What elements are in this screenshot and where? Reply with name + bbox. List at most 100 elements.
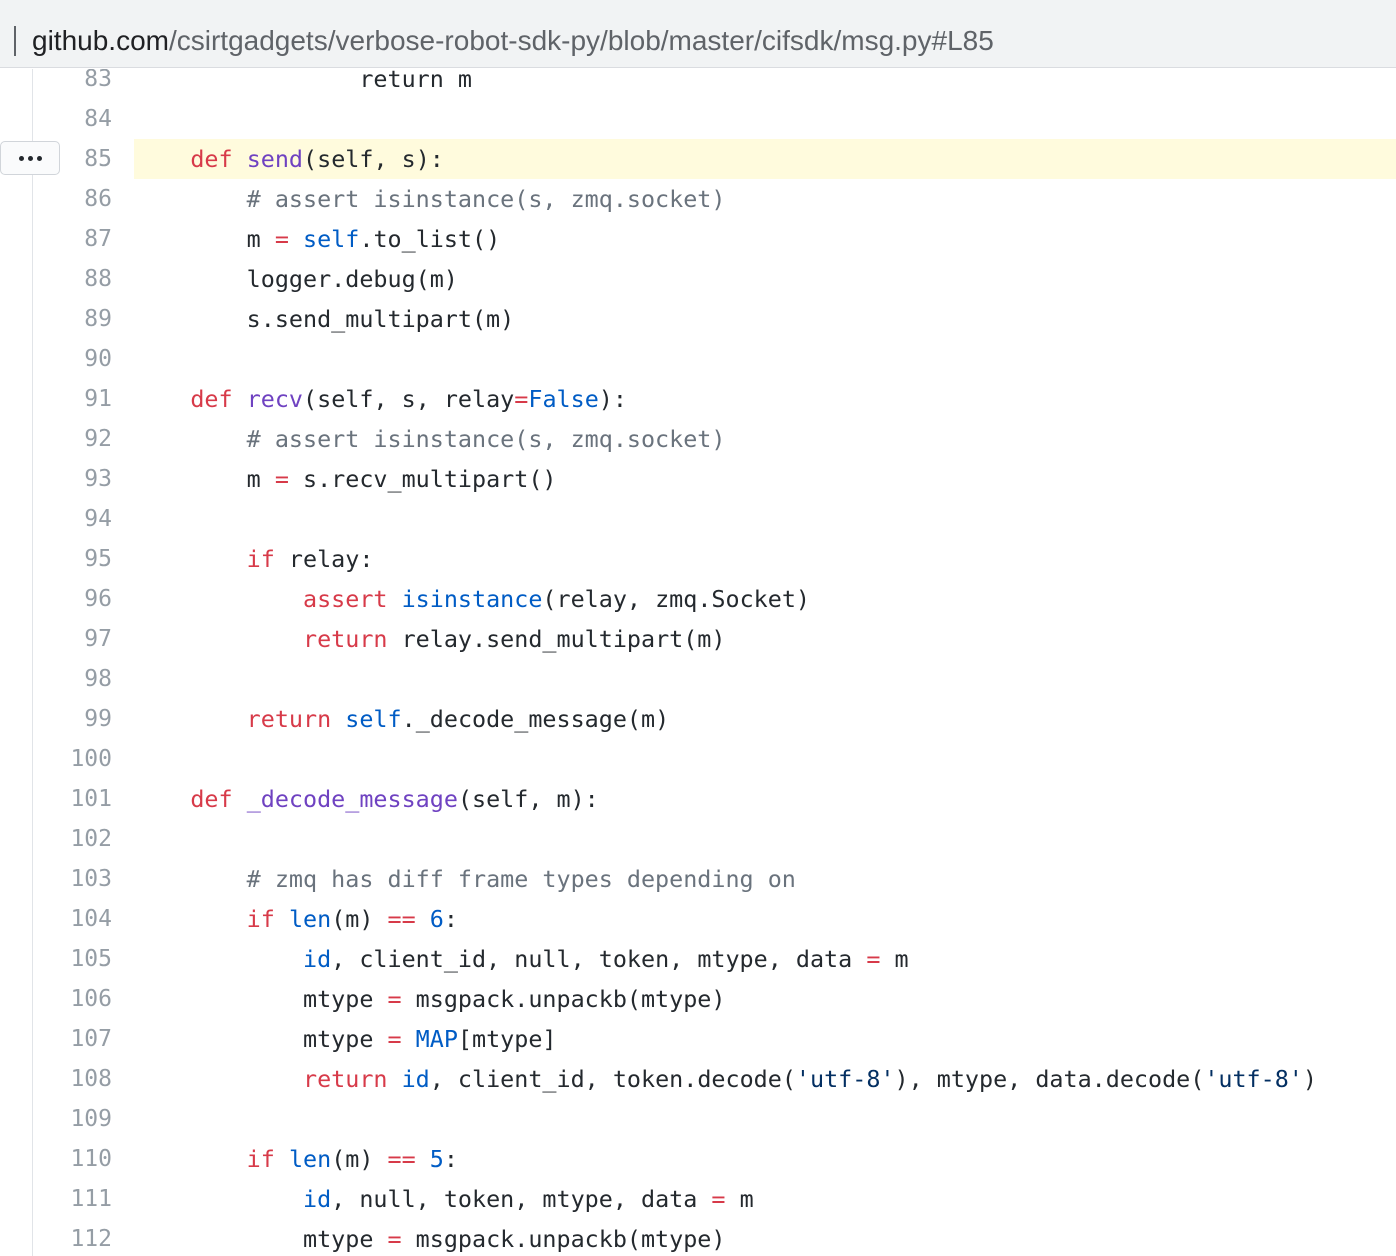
code-line: 107 mtype = MAP[mtype] [0, 1019, 1396, 1059]
line-number[interactable]: 98 [34, 659, 112, 699]
code-token: s.recv_multipart() [288, 465, 557, 493]
code-token: # assert isinstance(s, zmq.socket) [246, 185, 726, 213]
code-text: mtype = msgpack.unpackb(mtype) [134, 979, 1396, 1019]
code-token: relay: [274, 545, 374, 573]
code-token: = [387, 985, 402, 1013]
code-token: m [725, 1185, 754, 1213]
line-number[interactable]: 87 [34, 219, 112, 259]
code-line: 92 # assert isinstance(s, zmq.socket) [0, 419, 1396, 459]
line-number[interactable]: 112 [34, 1219, 112, 1256]
code-line: 83 return m [0, 69, 1396, 99]
code-text: s.send_multipart(m) [134, 299, 1396, 339]
code-line: 101 def _decode_message(self, m): [0, 779, 1396, 819]
code-line: 103 # zmq has diff frame types depending… [0, 859, 1396, 899]
code-line: 90 [0, 339, 1396, 379]
line-number[interactable]: 86 [34, 179, 112, 219]
code-lines: 83 return m 84 85 def send(self, s): 86 # a… [0, 69, 1396, 1256]
code-token: m [880, 945, 909, 973]
line-number[interactable]: 89 [34, 299, 112, 339]
line-number[interactable]: 103 [34, 859, 112, 899]
code-token: # zmq has diff frame types depending on [246, 865, 796, 893]
code-text: if len(m) == 5: [134, 1139, 1396, 1179]
code-token: m [134, 225, 275, 253]
line-number[interactable]: 106 [34, 979, 112, 1019]
code-token: if [246, 905, 275, 933]
code-text: mtype = msgpack.unpackb(mtype) [134, 1219, 1396, 1256]
text-cursor [14, 26, 16, 56]
code-token: return m [134, 69, 472, 93]
code-line: 91 def recv(self, s, relay=False): [0, 379, 1396, 419]
code-token: id [303, 1185, 332, 1213]
code-text: return self._decode_message(m) [134, 699, 1396, 739]
line-number[interactable]: 101 [34, 779, 112, 819]
code-token: ._decode_message(m) [401, 705, 670, 733]
code-token: = [387, 1025, 402, 1053]
code-token: id [401, 1065, 430, 1093]
line-number[interactable]: 96 [34, 579, 112, 619]
code-token: = [866, 945, 881, 973]
code-line: 84 [0, 99, 1396, 139]
line-number[interactable]: 111 [34, 1179, 112, 1219]
code-line: 111 id, null, token, mtype, data = m [0, 1179, 1396, 1219]
code-text: def recv(self, s, relay=False): [134, 379, 1396, 419]
code-token: relay.send_multipart(m) [387, 625, 726, 653]
code-token: def [190, 385, 233, 413]
line-number[interactable]: 97 [34, 619, 112, 659]
line-number[interactable]: 92 [34, 419, 112, 459]
line-number[interactable]: 84 [34, 99, 112, 139]
code-text: if relay: [134, 539, 1396, 579]
code-line: 99 return self._decode_message(m) [0, 699, 1396, 739]
line-actions-button[interactable] [0, 141, 60, 175]
line-number[interactable]: 88 [34, 259, 112, 299]
line-number[interactable]: 99 [34, 699, 112, 739]
line-number[interactable]: 110 [34, 1139, 112, 1179]
code-token: [mtype] [457, 1025, 557, 1053]
code-text: return id, client_id, token.decode('utf-… [134, 1059, 1396, 1099]
code-line: 96 assert isinstance(relay, zmq.Socket) [0, 579, 1396, 619]
line-number[interactable]: 93 [34, 459, 112, 499]
code-text: # assert isinstance(s, zmq.socket) [134, 179, 1396, 219]
code-token: if [246, 1145, 275, 1173]
line-number[interactable]: 94 [34, 499, 112, 539]
line-number[interactable]: 108 [34, 1059, 112, 1099]
code-view: 83 return m 84 85 def send(self, s): 86 # a… [0, 69, 1396, 1256]
line-number[interactable]: 95 [34, 539, 112, 579]
line-number[interactable]: 104 [34, 899, 112, 939]
line-number[interactable]: 91 [34, 379, 112, 419]
code-token: return [303, 1065, 388, 1093]
address-bar[interactable]: github.com/csirtgadgets/verbose-robot-sd… [0, 0, 1396, 68]
code-token: .to_list() [359, 225, 501, 253]
code-line: 93 m = s.recv_multipart() [0, 459, 1396, 499]
code-token: (m) [331, 1145, 388, 1173]
code-line: 88 logger.debug(m) [0, 259, 1396, 299]
line-number[interactable]: 100 [34, 739, 112, 779]
code-token: len [288, 905, 332, 933]
code-token: ), mtype, data.decode( [894, 1065, 1205, 1093]
code-token: self [303, 225, 360, 253]
code-token: def [190, 145, 233, 173]
code-line: 106 mtype = msgpack.unpackb(mtype) [0, 979, 1396, 1019]
url-text[interactable]: github.com/csirtgadgets/verbose-robot-sd… [32, 22, 994, 60]
line-number[interactable]: 83 [34, 69, 112, 99]
line-number[interactable]: 109 [34, 1099, 112, 1139]
line-number[interactable]: 102 [34, 819, 112, 859]
line-number[interactable]: 90 [34, 339, 112, 379]
code-token: == [387, 905, 416, 933]
code-token: ): [598, 385, 627, 413]
code-token: assert [303, 585, 388, 613]
code-token: , client_id, null, token, mtype, data [331, 945, 867, 973]
line-number[interactable]: 107 [34, 1019, 112, 1059]
line-number[interactable]: 105 [34, 939, 112, 979]
